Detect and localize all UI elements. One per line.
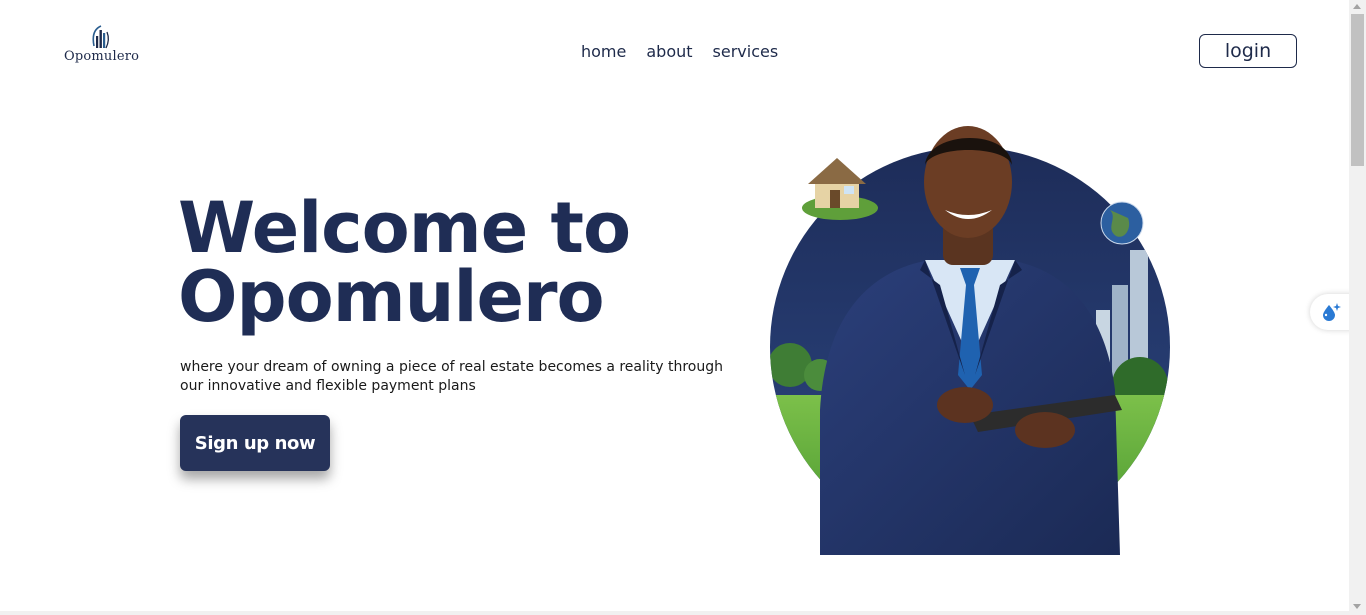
page: Opomulero home about services login Welc… [0, 0, 1354, 615]
main-nav: home about services [581, 42, 778, 62]
login-button[interactable]: login [1199, 34, 1297, 68]
globe-icon [1100, 201, 1144, 245]
hero-title: Welcome to Opomulero [178, 193, 718, 332]
hero-illustration [770, 126, 1170, 555]
hero-subtitle: where your dream of owning a piece of re… [180, 359, 723, 394]
water-drop-sparkle-icon [1323, 303, 1341, 321]
scroll-up-arrow-icon[interactable] [1353, 4, 1361, 9]
brand-logo[interactable]: Opomulero [62, 24, 142, 68]
scroll-down-arrow-icon[interactable] [1353, 604, 1361, 609]
nav-about[interactable]: about [646, 42, 692, 62]
side-widget[interactable] [1310, 294, 1354, 330]
nav-services[interactable]: services [713, 42, 779, 62]
nav-home[interactable]: home [581, 42, 626, 62]
signup-button[interactable]: Sign up now [180, 415, 330, 471]
hero-title-line2: Opomulero [178, 256, 605, 338]
brand-name: Opomulero [64, 49, 140, 64]
horizontal-scrollbar[interactable] [0, 611, 1349, 615]
buildings-logo-icon [92, 25, 110, 49]
scroll-thumb[interactable] [1351, 14, 1364, 166]
